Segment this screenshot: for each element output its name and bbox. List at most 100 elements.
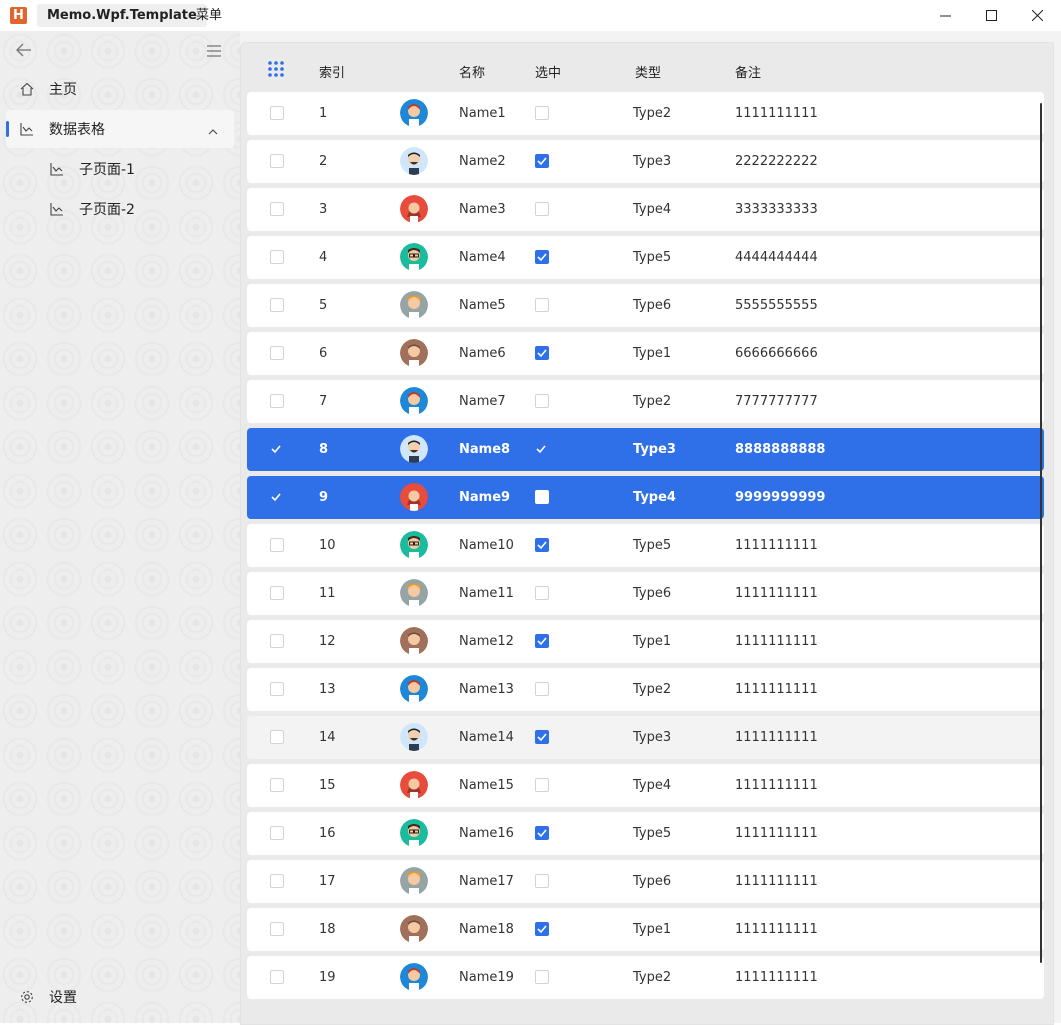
avatar xyxy=(400,723,428,751)
table-row[interactable]: 2 Name2 Type3 2222222222 xyxy=(247,140,1044,183)
row-select-checkbox[interactable] xyxy=(270,922,284,936)
row-select-checkbox[interactable] xyxy=(270,970,284,984)
avatar xyxy=(400,99,428,127)
row-select-checkbox[interactable] xyxy=(270,491,284,505)
sidebar-item-subpage-2[interactable]: 子页面-2 xyxy=(6,190,234,228)
table-row[interactable]: 9 Name9 Type4 9999999999 xyxy=(247,476,1044,519)
cell-type: Type3 xyxy=(633,154,672,169)
checked-checkbox[interactable] xyxy=(535,346,549,360)
chart-icon xyxy=(49,201,65,217)
maximize-icon xyxy=(985,10,997,21)
table-row[interactable]: 5 Name5 Type6 5555555555 xyxy=(247,284,1044,327)
sidebar-item-settings[interactable]: 设置 xyxy=(6,978,234,1016)
app-logo: H xyxy=(10,7,27,24)
row-select-checkbox[interactable] xyxy=(270,154,284,168)
cell-index: 7 xyxy=(319,394,328,409)
checked-checkbox[interactable] xyxy=(535,634,549,648)
checked-checkbox[interactable] xyxy=(535,490,549,504)
table-row[interactable]: 3 Name3 Type4 3333333333 xyxy=(247,188,1044,231)
cell-index: 19 xyxy=(319,970,336,985)
table-row[interactable]: 1 Name1 Type2 1111111111 xyxy=(247,92,1044,135)
row-select-checkbox[interactable] xyxy=(270,634,284,648)
checked-checkbox[interactable] xyxy=(535,202,549,216)
minimize-button[interactable] xyxy=(922,0,968,31)
column-header-name[interactable]: 名称 xyxy=(459,62,485,81)
sidebar-item-home[interactable]: 主页 xyxy=(6,70,234,108)
sidebar-item-label: 数据表格 xyxy=(49,122,105,138)
grid-dots-icon[interactable] xyxy=(268,61,284,77)
table-row[interactable]: 4 Name4 Type5 4444444444 xyxy=(247,236,1044,279)
checked-checkbox[interactable] xyxy=(535,778,549,792)
cell-remark: 7777777777 xyxy=(735,394,818,409)
app-title[interactable]: Memo.Wpf.Template xyxy=(37,4,207,27)
table-row[interactable]: 10 Name10 Type5 1111111111 xyxy=(247,524,1044,567)
row-select-checkbox[interactable] xyxy=(270,874,284,888)
table-row[interactable]: 7 Name7 Type2 7777777777 xyxy=(247,380,1044,423)
chart-icon xyxy=(19,121,35,137)
row-select-checkbox[interactable] xyxy=(270,826,284,840)
cell-name: Name17 xyxy=(459,874,514,889)
table-row[interactable]: 11 Name11 Type6 1111111111 xyxy=(247,572,1044,615)
chevron-up-icon[interactable] xyxy=(208,124,218,140)
table-row[interactable]: 16 Name16 Type5 1111111111 xyxy=(247,812,1044,855)
menu-button[interactable]: 菜单 xyxy=(196,4,222,27)
checked-checkbox[interactable] xyxy=(535,394,549,408)
sidebar-item-data-table[interactable]: 数据表格 xyxy=(6,110,234,148)
row-select-checkbox[interactable] xyxy=(270,394,284,408)
cell-type: Type6 xyxy=(633,874,672,889)
cell-name: Name6 xyxy=(459,346,506,361)
table-row[interactable]: 6 Name6 Type1 6666666666 xyxy=(247,332,1044,375)
hamburger-icon xyxy=(207,45,221,57)
cell-type: Type3 xyxy=(633,730,672,745)
row-select-checkbox[interactable] xyxy=(270,778,284,792)
table-row[interactable]: 14 Name14 Type3 1111111111 xyxy=(247,716,1044,759)
cell-index: 18 xyxy=(319,922,336,937)
cell-type: Type5 xyxy=(633,538,672,553)
row-select-checkbox[interactable] xyxy=(270,730,284,744)
checked-checkbox[interactable] xyxy=(535,826,549,840)
row-select-checkbox[interactable] xyxy=(270,682,284,696)
maximize-button[interactable] xyxy=(968,0,1014,31)
checked-checkbox[interactable] xyxy=(535,874,549,888)
back-button[interactable] xyxy=(15,41,35,59)
checked-checkbox[interactable] xyxy=(535,922,549,936)
row-select-checkbox[interactable] xyxy=(270,538,284,552)
row-select-checkbox[interactable] xyxy=(270,586,284,600)
table-row[interactable]: 17 Name17 Type6 1111111111 xyxy=(247,860,1044,903)
sidebar-item-subpage-1[interactable]: 子页面-1 xyxy=(6,150,234,188)
checked-checkbox[interactable] xyxy=(535,154,549,168)
table-row[interactable]: 13 Name13 Type2 1111111111 xyxy=(247,668,1044,711)
checked-checkbox[interactable] xyxy=(535,730,549,744)
vertical-scrollbar[interactable] xyxy=(1040,103,1042,963)
close-button[interactable] xyxy=(1014,0,1060,31)
cell-index: 6 xyxy=(319,346,328,361)
table-row[interactable]: 12 Name12 Type1 1111111111 xyxy=(247,620,1044,663)
cell-remark: 1111111111 xyxy=(735,634,818,649)
row-select-checkbox[interactable] xyxy=(270,250,284,264)
row-select-checkbox[interactable] xyxy=(270,346,284,360)
table-row[interactable]: 15 Name15 Type4 1111111111 xyxy=(247,764,1044,807)
row-select-checkbox[interactable] xyxy=(270,443,284,457)
table-row[interactable]: 8 Name8 Type3 8888888888 xyxy=(247,428,1044,471)
checked-checkbox[interactable] xyxy=(535,970,549,984)
checked-checkbox[interactable] xyxy=(535,682,549,696)
cell-type: Type1 xyxy=(633,922,672,937)
selection-indicator xyxy=(6,121,9,137)
row-select-checkbox[interactable] xyxy=(270,202,284,216)
column-header-index[interactable]: 索引 xyxy=(319,62,345,81)
column-header-checked[interactable]: 选中 xyxy=(535,62,561,81)
checked-checkbox[interactable] xyxy=(535,443,549,457)
checked-checkbox[interactable] xyxy=(535,298,549,312)
checked-checkbox[interactable] xyxy=(535,586,549,600)
column-header-type[interactable]: 类型 xyxy=(635,62,661,81)
checked-checkbox[interactable] xyxy=(535,538,549,552)
checked-checkbox[interactable] xyxy=(535,250,549,264)
avatar xyxy=(400,627,428,655)
column-header-remark[interactable]: 备注 xyxy=(735,62,761,81)
table-row[interactable]: 19 Name19 Type2 1111111111 xyxy=(247,956,1044,999)
checked-checkbox[interactable] xyxy=(535,106,549,120)
row-select-checkbox[interactable] xyxy=(270,298,284,312)
hamburger-button[interactable] xyxy=(206,43,222,57)
row-select-checkbox[interactable] xyxy=(270,106,284,120)
table-row[interactable]: 18 Name18 Type1 1111111111 xyxy=(247,908,1044,951)
